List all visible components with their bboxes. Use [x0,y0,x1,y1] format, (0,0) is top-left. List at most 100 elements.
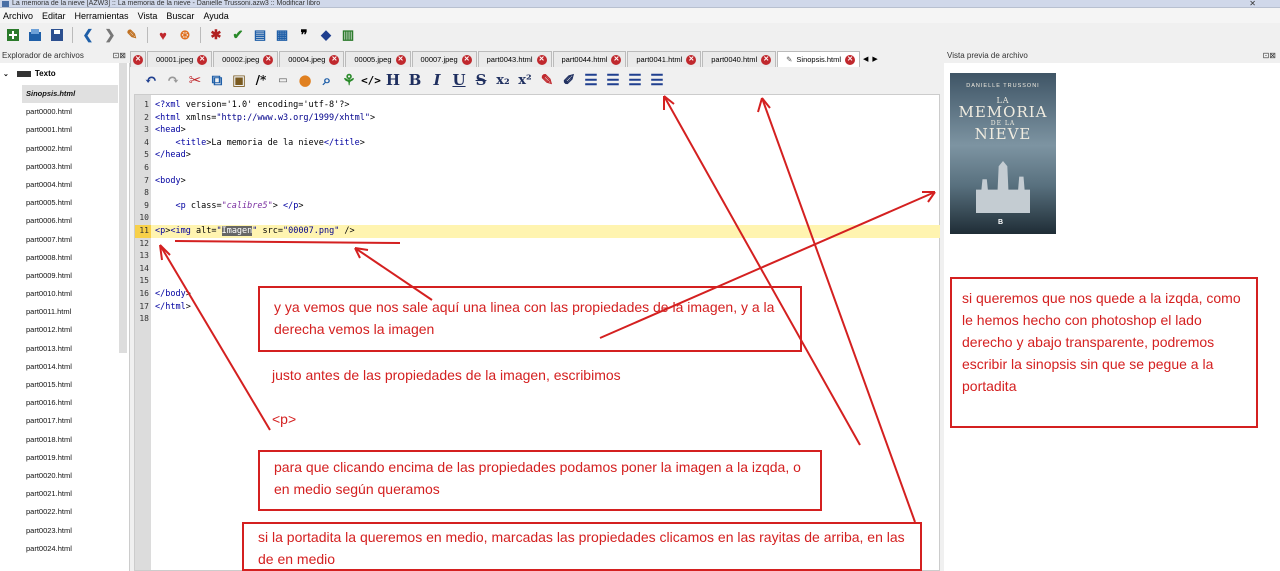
code-line[interactable]: 10 [135,212,940,225]
code-line[interactable]: 2 <html xmlns="http://www.w3.org/1999/xht… [135,112,940,125]
new-file-icon[interactable] [4,26,22,44]
file-item[interactable]: part0003.html [0,158,129,176]
code-line[interactable]: 8 [135,187,940,200]
file-item[interactable]: part0016.html [0,394,129,412]
lifebuoy-icon[interactable]: ⊛ [176,26,194,44]
tab-sinopsis-html[interactable]: ✎ Sinopsis.html ✕ [777,51,861,67]
close-icon[interactable]: ✕ [536,54,547,65]
html-icon[interactable]: ▭ [274,70,292,90]
cut-icon[interactable]: ✂ [186,70,204,90]
file-item[interactable]: part0005.html [0,194,129,212]
close-icon[interactable]: ✕ [329,54,340,65]
tab-00005-jpeg[interactable]: 00005.jpeg ✕ [345,51,411,67]
import-icon[interactable] [26,26,44,44]
color-brush-icon[interactable]: ✎ [538,70,556,90]
file-item[interactable]: part0024.html [0,540,129,558]
redo-icon[interactable]: ↷ [164,70,182,90]
tab-part0041-html[interactable]: part0041.html ✕ [627,51,702,67]
background-brush-icon[interactable]: ✐ [560,70,578,90]
paste-icon[interactable]: ▣ [230,70,248,90]
close-icon[interactable]: ✕ [395,54,406,65]
close-icon[interactable]: ✕ [197,54,208,65]
code-line[interactable]: 1 <?xml version='1.0' encoding='utf-8'?> [135,99,940,112]
find-icon[interactable]: ⌕ [318,70,336,90]
file-item[interactable]: part0001.html [0,121,129,139]
spellcheck-icon[interactable]: ✔ [229,26,247,44]
insert-tag-icon[interactable]: ⚘ [340,70,358,90]
tag-icon[interactable]: </> [361,70,381,90]
close-icon[interactable]: ✕ [686,54,697,65]
tab-next-icon[interactable]: ▶ [870,53,879,67]
file-item[interactable]: part0011.html [0,303,129,321]
file-item[interactable]: part0021.html [0,485,129,503]
close-icon[interactable]: ✕ [845,54,856,65]
code-line[interactable]: 6 [135,162,940,175]
menu-archivo[interactable]: Archivo [3,11,33,21]
file-item[interactable]: part0019.html [0,449,129,467]
file-item[interactable]: part0017.html [0,412,129,430]
file-item[interactable]: part0023.html [0,522,129,540]
file-item[interactable]: part0022.html [0,503,129,521]
save-icon[interactable] [48,26,66,44]
menu-editar[interactable]: Editar [42,11,66,21]
file-item[interactable]: part0008.html [0,249,129,267]
code-line[interactable]: 4 <title>La memoria de la nieve</title> [135,137,940,150]
panel-controls-icon[interactable]: ⊡⊠ [1263,49,1276,63]
underline-icon[interactable]: U [450,70,468,90]
tab-prev-icon[interactable]: ◀ [861,53,870,67]
code-line[interactable]: 11 <p><img alt="Imagen" src="00007.png" /… [135,225,940,238]
tab-00002-jpeg[interactable]: 00002.jpeg ✕ [213,51,279,67]
file-item[interactable]: part0006.html [0,212,129,230]
file-item[interactable]: part0018.html [0,431,129,449]
undo-icon[interactable]: ↶ [142,70,160,90]
code-line[interactable]: 9 <p class="calibre5"> </p> [135,200,940,213]
strikethrough-icon[interactable]: S [472,70,490,90]
file-item-selected[interactable]: Sinopsis.html [22,85,118,104]
file-item[interactable]: part0015.html [0,376,129,394]
align-justify-icon[interactable]: ☰ [648,70,666,90]
menu-buscar[interactable]: Buscar [166,11,194,21]
file-explorer-scrollbar[interactable] [119,63,127,353]
close-icon[interactable]: ✕ [263,54,274,65]
close-icon[interactable]: ✕ [133,54,143,65]
file-item[interactable]: part0004.html [0,176,129,194]
superscript-icon[interactable]: x² [516,70,534,90]
align-center-icon[interactable]: ☰ [604,70,622,90]
reports-icon[interactable]: ▤ [251,26,269,44]
tab-00007-jpeg[interactable]: 00007.jpeg ✕ [411,51,477,67]
file-item[interactable]: part0000.html [0,103,129,121]
forward-arrow-icon[interactable]: ❯ [101,26,119,44]
file-item[interactable]: part0009.html [0,267,129,285]
close-icon[interactable]: ✕ [761,54,772,65]
tab-part0043-html[interactable]: part0043.html ✕ [477,51,552,67]
heading-icon[interactable]: H [384,70,402,90]
file-item[interactable]: part0010.html [0,285,129,303]
bug-icon[interactable]: ✱ [207,26,225,44]
quote-icon[interactable]: ❞ [295,26,313,44]
file-item[interactable]: part0002.html [0,140,129,158]
eraser-icon[interactable]: ◆ [317,26,335,44]
file-item[interactable]: part0007.html [0,231,129,249]
comment-icon[interactable]: /* [252,70,270,90]
code-line[interactable]: 13 [135,250,940,263]
menu-herramientas[interactable]: Herramientas [75,11,129,21]
text-group[interactable]: ⌄ Texto [0,63,129,85]
tab-00001-jpeg[interactable]: 00001.jpeg ✕ [147,51,213,67]
tab-part0040-html[interactable]: part0040.html ✕ [702,51,777,67]
tab-overflow-close[interactable]: ✕ [130,51,146,67]
close-icon[interactable]: ✕ [611,54,622,65]
code-line[interactable]: 3 <head> [135,124,940,137]
subscript-icon[interactable]: x₂ [494,70,512,90]
file-item[interactable]: part0013.html [0,340,129,358]
tab-00004-jpeg[interactable]: 00004.jpeg ✕ [279,51,345,67]
library-icon[interactable]: ▥ [339,26,357,44]
menu-ayuda[interactable]: Ayuda [203,11,228,21]
code-line[interactable]: 12 [135,238,940,251]
window-close-button[interactable]: ✕ [1249,0,1256,7]
collapse-chevron-icon[interactable]: ⌄ [3,71,9,78]
code-line[interactable]: 14 [135,263,940,276]
file-item[interactable]: part0020.html [0,467,129,485]
pin-icon[interactable]: ✎ [123,26,141,44]
file-item[interactable]: part0014.html [0,358,129,376]
copy-icon[interactable]: ⧉ [208,70,226,90]
